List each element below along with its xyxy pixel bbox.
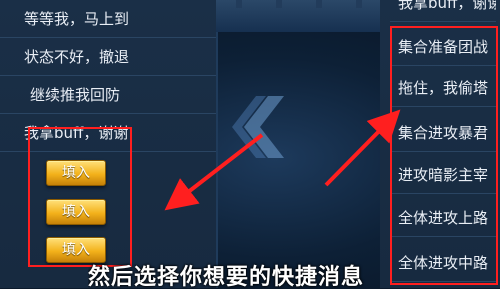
arrow-right-icon <box>324 109 401 187</box>
subtitle-caption: 然后选择你想要的快捷消息 <box>88 265 365 289</box>
arrow-left-icon <box>164 133 264 211</box>
annotation-arrows <box>164 109 401 211</box>
